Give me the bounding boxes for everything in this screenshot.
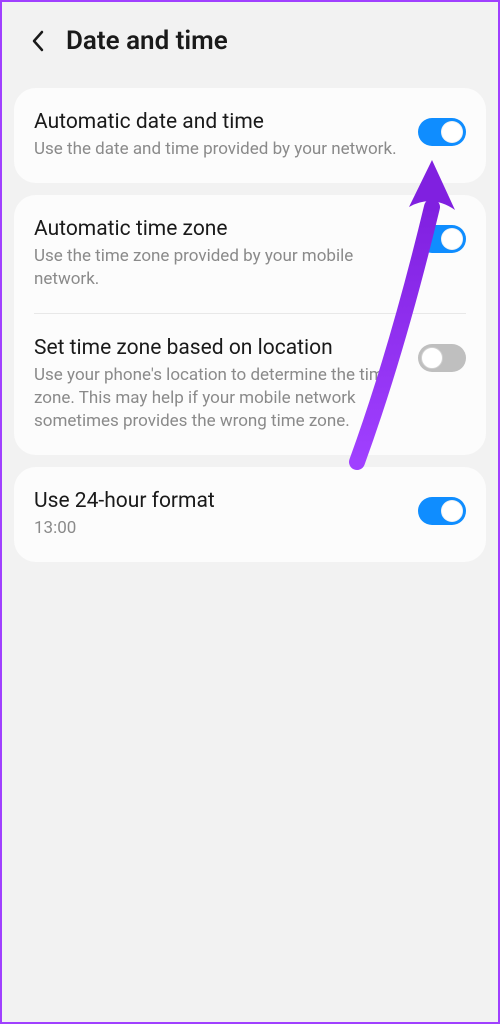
toggle-knob	[421, 347, 443, 369]
auto-datetime-title: Automatic date and time	[34, 110, 402, 134]
card-format: Use 24-hour format 13:00	[14, 467, 486, 562]
row-text: Use 24-hour format 13:00	[34, 489, 402, 540]
row-location-timezone[interactable]: Set time zone based on location Use your…	[14, 314, 486, 455]
toggle-knob	[441, 228, 463, 250]
24h-format-title: Use 24-hour format	[34, 489, 402, 513]
auto-datetime-toggle[interactable]	[418, 118, 466, 146]
24h-format-subtitle: 13:00	[34, 517, 402, 540]
auto-datetime-subtitle: Use the date and time provided by your n…	[34, 138, 402, 161]
row-auto-datetime[interactable]: Automatic date and time Use the date and…	[14, 88, 486, 183]
card-timezone: Automatic time zone Use the time zone pr…	[14, 195, 486, 455]
auto-timezone-toggle[interactable]	[418, 225, 466, 253]
24h-format-toggle[interactable]	[418, 497, 466, 525]
toggle-knob	[441, 500, 463, 522]
row-text: Automatic date and time Use the date and…	[34, 110, 402, 161]
location-timezone-title: Set time zone based on location	[34, 336, 402, 360]
row-text: Automatic time zone Use the time zone pr…	[34, 217, 402, 291]
toggle-knob	[441, 121, 463, 143]
row-auto-timezone[interactable]: Automatic time zone Use the time zone pr…	[14, 195, 486, 313]
location-timezone-subtitle: Use your phone's location to determine t…	[34, 364, 402, 433]
back-icon[interactable]	[30, 29, 46, 53]
row-text: Set time zone based on location Use your…	[34, 336, 402, 433]
location-timezone-toggle[interactable]	[418, 344, 466, 372]
card-auto-datetime: Automatic date and time Use the date and…	[14, 88, 486, 183]
auto-timezone-title: Automatic time zone	[34, 217, 402, 241]
header: Date and time	[2, 2, 498, 76]
page-title: Date and time	[66, 26, 228, 56]
auto-timezone-subtitle: Use the time zone provided by your mobil…	[34, 245, 402, 291]
row-24h-format[interactable]: Use 24-hour format 13:00	[14, 467, 486, 562]
